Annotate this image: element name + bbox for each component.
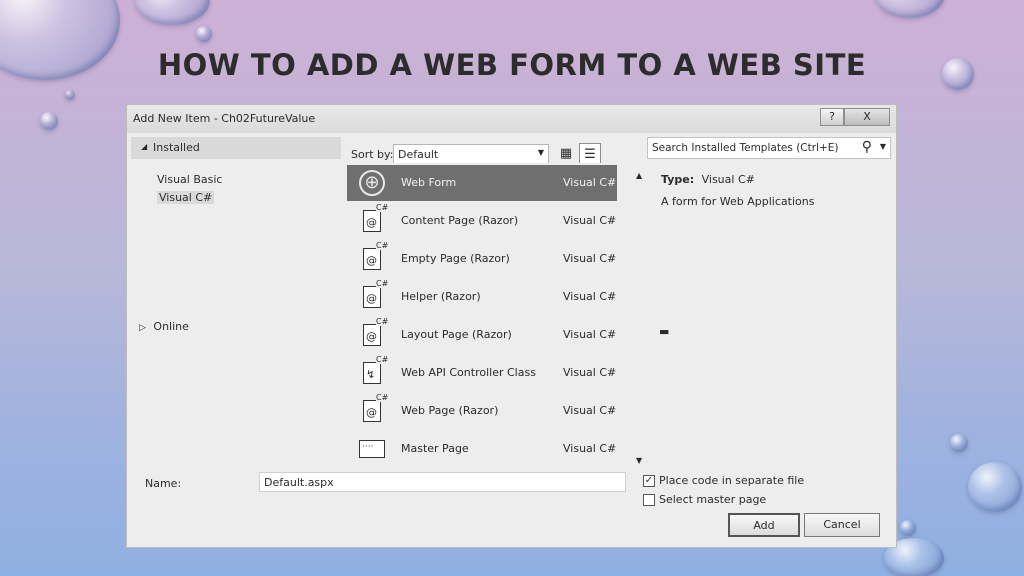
controller-class-icon: ↯ C# <box>363 355 389 384</box>
template-language: Visual C# <box>563 404 617 417</box>
razor-page-icon: @ C# <box>363 203 389 232</box>
select-master-checkbox[interactable]: Select master page <box>643 493 766 506</box>
tree-item-online[interactable]: ▷ Online <box>139 320 189 333</box>
template-language: Visual C# <box>563 442 617 455</box>
type-value: Visual C# <box>701 173 755 186</box>
template-item-master-page[interactable]: ···· Master Page Visual C# <box>347 431 617 467</box>
razor-page-icon: @ C# <box>363 279 389 308</box>
template-language: Visual C# <box>563 252 617 265</box>
template-type: Type: Visual C# <box>661 173 755 186</box>
template-item-web-page[interactable]: @ C# Web Page (Razor) Visual C# <box>347 393 617 429</box>
tree-item-visual-csharp[interactable]: Visual C# <box>157 191 215 204</box>
place-code-checkbox[interactable]: ✓ Place code in separate file <box>643 474 804 487</box>
category-tree: ◢ Installed Visual Basic Visual C# ▷ Onl… <box>131 135 341 475</box>
template-language: Visual C# <box>563 290 617 303</box>
help-button[interactable]: ? <box>820 108 844 126</box>
sort-dropdown[interactable]: Default ▼ <box>393 144 549 164</box>
template-item-web-form[interactable]: ⊕ Web Form Visual C# <box>347 165 617 201</box>
sort-label: Sort by: <box>351 148 394 161</box>
template-name: Helper (Razor) <box>401 290 481 303</box>
medium-icons-view-icon[interactable]: ▦ <box>555 143 577 165</box>
expand-arrow-icon[interactable]: ◢ <box>141 142 147 151</box>
tree-item-visual-basic[interactable]: Visual Basic <box>157 173 222 186</box>
template-name: Web Page (Razor) <box>401 404 499 417</box>
master-page-icon: ···· <box>359 440 385 458</box>
water-drop-decoration <box>968 462 1022 512</box>
template-name: Empty Page (Razor) <box>401 252 510 265</box>
template-item-layout-page[interactable]: @ C# Layout Page (Razor) Visual C# <box>347 317 617 353</box>
type-label: Type: <box>661 173 695 186</box>
name-input[interactable]: Default.aspx <box>259 472 626 492</box>
add-new-item-dialog: Add New Item - Ch02FutureValue ? X ◢ Ins… <box>126 104 897 548</box>
slide-title: HOW TO ADD A WEB FORM TO A WEB SITE <box>157 48 867 82</box>
template-item-helper[interactable]: @ C# Helper (Razor) Visual C# <box>347 279 617 315</box>
tree-item-installed[interactable]: ◢ Installed <box>131 137 341 159</box>
tree-item-label: Online <box>153 320 189 333</box>
search-templates-input[interactable]: Search Installed Templates (Ctrl+E) ⚲ ▼ <box>647 137 891 159</box>
cancel-button[interactable]: Cancel <box>804 513 880 537</box>
details-view-icon[interactable]: ☰ <box>579 143 601 165</box>
search-placeholder: Search Installed Templates (Ctrl+E) <box>652 142 839 154</box>
template-item-web-api-controller[interactable]: ↯ C# Web API Controller Class Visual C# <box>347 355 617 391</box>
template-language: Visual C# <box>563 214 617 227</box>
template-item-empty-page[interactable]: @ C# Empty Page (Razor) Visual C# <box>347 241 617 277</box>
water-drop-decoration <box>875 0 945 18</box>
water-drop-decoration <box>65 90 75 100</box>
template-name: Web API Controller Class <box>401 366 536 379</box>
water-drop-decoration <box>40 112 58 130</box>
razor-page-icon: @ C# <box>363 393 389 422</box>
chevron-down-icon[interactable]: ▼ <box>880 142 886 151</box>
water-drop-decoration <box>135 0 210 25</box>
checkbox-unchecked-icon[interactable] <box>643 494 655 506</box>
close-button[interactable]: X <box>844 108 890 126</box>
template-language: Visual C# <box>563 176 617 189</box>
razor-page-icon: @ C# <box>363 317 389 346</box>
water-drop-decoration <box>900 520 916 536</box>
template-list-scrollbar[interactable]: ▲ ▼ <box>635 167 647 467</box>
select-master-label: Select master page <box>659 493 767 506</box>
dialog-titlebar: Add New Item - Ch02FutureValue ? X <box>127 105 896 133</box>
template-name: Layout Page (Razor) <box>401 328 512 341</box>
search-icon[interactable]: ⚲ <box>862 139 872 155</box>
scroll-down-arrow-icon[interactable]: ▼ <box>636 456 642 465</box>
chevron-down-icon: ▼ <box>537 148 544 157</box>
template-list: ⊕ Web Form Visual C# @ C# Content Page (R… <box>343 163 633 467</box>
tree-item-label: Installed <box>153 141 200 154</box>
place-code-label: Place code in separate file <box>659 474 805 487</box>
water-drop-decoration <box>950 434 968 452</box>
scroll-up-arrow-icon[interactable]: ▲ <box>636 171 642 180</box>
water-drop-decoration <box>196 26 212 42</box>
template-language: Visual C# <box>563 366 617 379</box>
sort-value: Default <box>398 148 439 161</box>
template-language: Visual C# <box>563 328 617 341</box>
collapse-arrow-icon[interactable]: ▷ <box>139 323 146 333</box>
globe-icon: ⊕ <box>359 170 385 196</box>
template-name: Content Page (Razor) <box>401 214 519 227</box>
template-name: Master Page <box>401 442 469 455</box>
dialog-title: Add New Item - Ch02FutureValue <box>133 112 316 125</box>
template-details-pane: Type: Visual C# A form for Web Applicati… <box>659 169 889 449</box>
checkbox-checked-icon[interactable]: ✓ <box>643 475 655 487</box>
template-name: Web Form <box>401 176 457 189</box>
name-label: Name: <box>145 477 182 490</box>
add-button[interactable]: Add <box>728 513 800 537</box>
template-item-content-page[interactable]: @ C# Content Page (Razor) Visual C# <box>347 203 617 239</box>
template-description: A form for Web Applications <box>661 195 815 208</box>
dash-mark: ▬ <box>659 325 670 338</box>
razor-page-icon: @ C# <box>363 241 389 270</box>
